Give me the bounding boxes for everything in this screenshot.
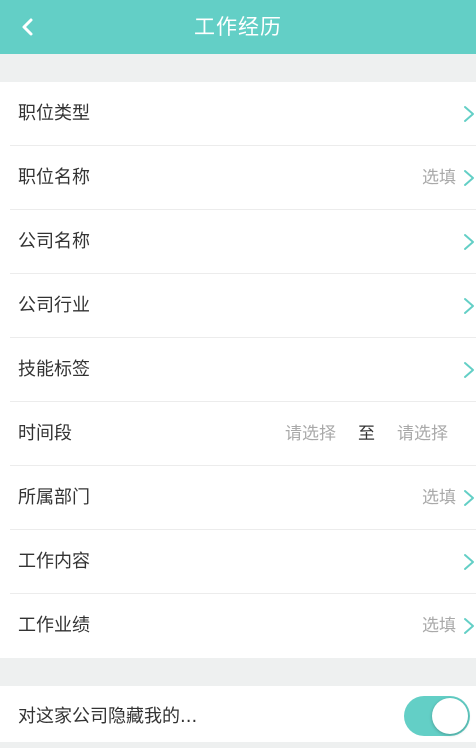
row-label: 职位名称 [18,167,90,188]
chevron-right-icon [464,170,474,186]
date-range: 请选择 至 请选择 [285,402,448,466]
row-label: 所属部门 [18,487,90,508]
time-period-row: 时间段 请选择 至 请选择 [0,402,476,466]
hide-from-company-row: 对这家公司隐藏我的... [0,686,476,742]
row-label: 技能标签 [18,359,90,380]
row-label: 公司名称 [18,231,90,252]
optional-hint: 选填 [422,488,456,508]
chevron-right-icon [464,106,474,122]
achievements-row[interactable]: 工作业绩 选填 [0,594,476,658]
chevron-right-icon [464,554,474,570]
row-label: 工作内容 [18,551,90,572]
chevron-right-icon [464,298,474,314]
hide-from-company-toggle[interactable] [404,696,470,736]
optional-hint: 选填 [422,616,456,636]
section-gap [0,54,476,82]
company-name-row[interactable]: 公司名称 [0,210,476,274]
page-title: 工作经历 [194,15,282,39]
row-label: 工作业绩 [18,615,90,636]
work-experience-form: 职位类型 职位名称 选填 公司名称 公司行业 技能标签 时间段 请选择 至 请选… [0,82,476,658]
section-gap [0,658,476,686]
range-separator: 至 [358,424,375,444]
skill-tags-row[interactable]: 技能标签 [0,338,476,402]
hide-from-company-label: 对这家公司隐藏我的... [18,706,198,727]
chevron-right-icon [464,618,474,634]
start-date-picker[interactable]: 请选择 [285,402,336,466]
chevron-right-icon [464,234,474,250]
row-label: 职位类型 [18,103,90,124]
end-date-picker[interactable]: 请选择 [397,402,448,466]
job-content-row[interactable]: 工作内容 [0,530,476,594]
company-industry-row[interactable]: 公司行业 [0,274,476,338]
app-header: 工作经历 [0,0,476,54]
position-name-row[interactable]: 职位名称 选填 [0,146,476,210]
department-row[interactable]: 所属部门 选填 [0,466,476,530]
optional-hint: 选填 [422,168,456,188]
row-label: 公司行业 [18,295,90,316]
chevron-right-icon [464,362,474,378]
row-label: 时间段 [18,423,72,444]
position-type-row[interactable]: 职位类型 [0,82,476,146]
chevron-right-icon [464,490,474,506]
toggle-knob [432,698,468,734]
